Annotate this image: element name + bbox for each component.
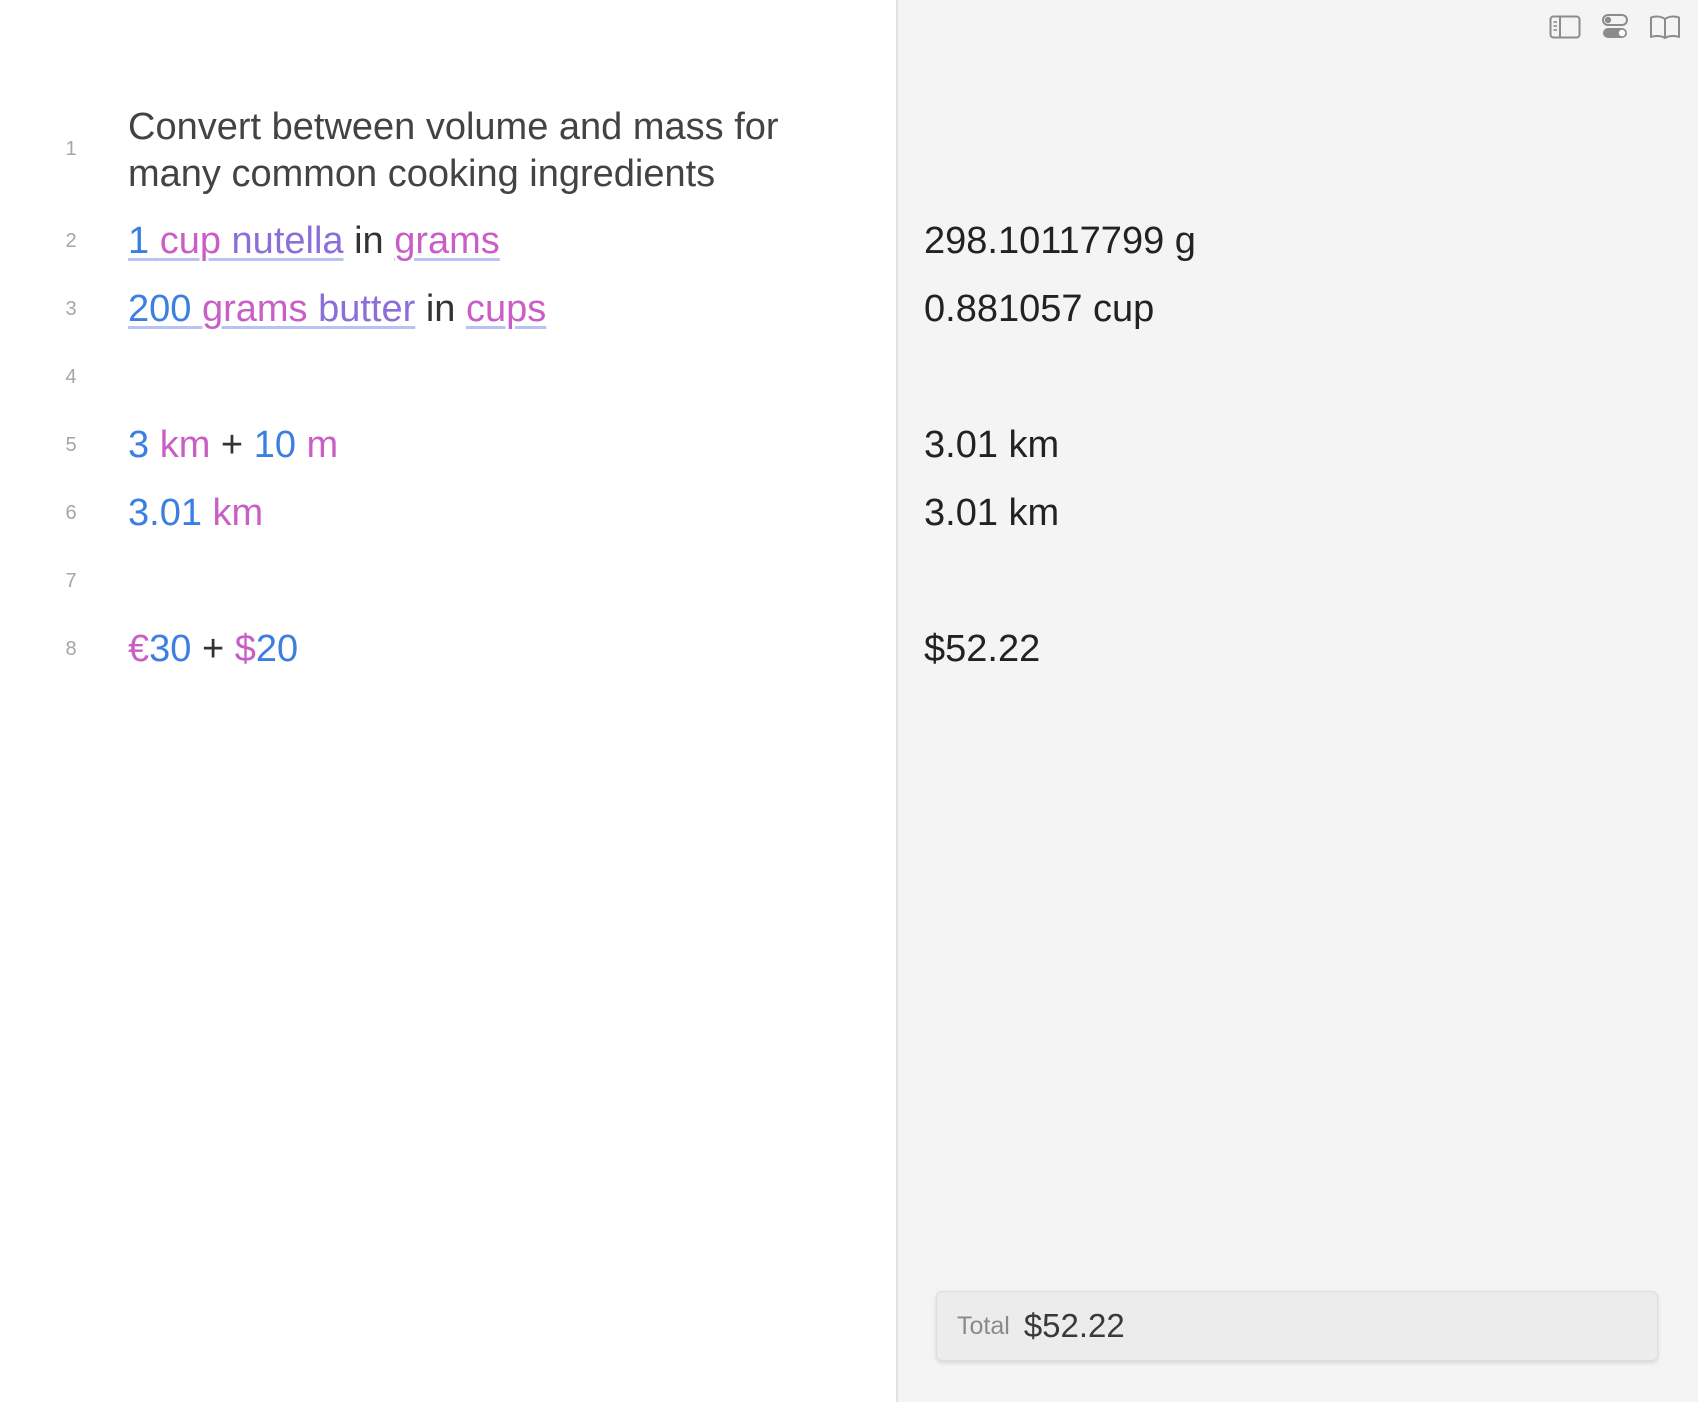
keyword-token: in xyxy=(354,220,384,262)
result-line-3[interactable]: 0.881057 cup xyxy=(924,286,1154,333)
expression-text: €30 + $20 xyxy=(128,626,298,673)
line-number: 4 xyxy=(65,366,77,388)
line-number: 3 xyxy=(65,298,77,320)
currency-token: € xyxy=(128,628,150,670)
ingredient-token: butter xyxy=(318,288,416,330)
unit-token: km xyxy=(159,424,211,466)
editor-pane[interactable]: 1 Convert between volume and mass for ma… xyxy=(0,0,896,1402)
number-token: 3.01 xyxy=(128,492,202,534)
number-token: 20 xyxy=(255,628,299,670)
number-token: 1 xyxy=(128,220,150,262)
unit-token: cup xyxy=(159,220,221,262)
results-pane: 298.10117799 g 0.881057 cup 3.01 km 3.01… xyxy=(898,0,1698,1402)
total-label: Total xyxy=(957,1311,1010,1340)
line-number: 5 xyxy=(65,434,77,456)
number-token: 200 xyxy=(128,288,192,330)
number-token: 30 xyxy=(149,628,192,670)
ingredient-token: nutella xyxy=(231,220,344,262)
toggle-icon[interactable] xyxy=(1598,12,1632,42)
operator-token: + xyxy=(220,424,244,466)
result-line-5[interactable]: 3.01 km xyxy=(924,422,1059,469)
comment-text: Convert between volume and mass for many… xyxy=(128,106,779,195)
sidebar-icon[interactable] xyxy=(1548,12,1582,42)
result-line-6[interactable]: 3.01 km xyxy=(924,490,1059,537)
expression-text: 3 km + 10 m xyxy=(128,422,338,469)
app-window: 1 Convert between volume and mass for ma… xyxy=(0,0,1698,1402)
result-line-8[interactable]: $52.22 xyxy=(924,626,1040,673)
quantity-expression: 1 cup nutella xyxy=(128,220,344,262)
expression-text: 3.01 km xyxy=(128,490,263,537)
line-number: 2 xyxy=(65,230,77,252)
book-icon[interactable] xyxy=(1648,12,1682,42)
toolbar xyxy=(1548,12,1682,42)
keyword-token: in xyxy=(425,288,456,330)
quantity-expression: 200 grams butter xyxy=(128,288,415,330)
number-token: 3 xyxy=(128,424,150,466)
number-token: 10 xyxy=(253,424,296,466)
line-number: 1 xyxy=(65,138,77,160)
line-number: 6 xyxy=(65,502,77,524)
operator-token: + xyxy=(201,628,225,670)
line-number: 8 xyxy=(65,638,77,660)
unit-token: grams xyxy=(201,288,308,330)
total-bar[interactable]: Total $52.22 xyxy=(936,1291,1658,1361)
unit-token: grams xyxy=(394,220,500,262)
total-value: $52.22 xyxy=(1023,1307,1125,1344)
expression-text: 200 grams butter in cups xyxy=(128,286,546,333)
result-line-2[interactable]: 298.10117799 g xyxy=(924,218,1196,265)
line-number: 7 xyxy=(65,570,77,592)
unit-token: m xyxy=(306,424,339,466)
expression-text: 1 cup nutella in grams xyxy=(128,218,500,265)
unit-token: km xyxy=(212,492,264,534)
currency-token: $ xyxy=(234,628,256,670)
unit-token: cups xyxy=(465,288,547,330)
